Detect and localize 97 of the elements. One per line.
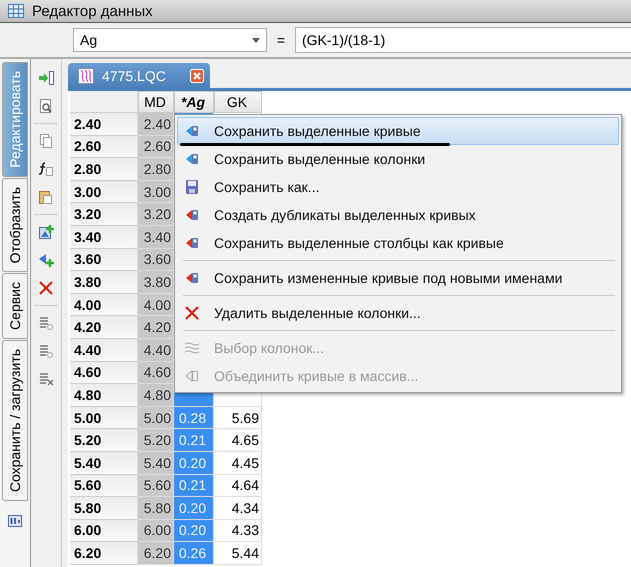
table-cell: 3.80 [138,271,174,294]
row-header: 6.00 [70,520,138,542]
row-header: 2.40 [70,113,138,136]
table-cell: 3.00 [138,180,174,204]
table-cell: 5.40 [138,452,174,474]
table-cell: 4.40 [138,338,174,362]
equals-sign: = [276,32,286,48]
table-cell: 2.80 [138,158,174,181]
row-header: 3.80 [70,271,138,294]
table-cell: 0.20 [174,520,214,542]
table-cell: 6.20 [138,542,174,565]
column-dropdown[interactable]: Ag [73,28,267,52]
window-title: Редактор данных [32,2,153,20]
table-cell: 5.00 [138,406,174,430]
table-cell: 5.60 [138,474,174,498]
document-search-icon[interactable] [38,98,54,114]
delete-icon[interactable] [38,280,54,296]
table-cell: 4.64 [214,474,262,498]
row-header: 2.80 [70,158,138,181]
menu-item[interactable]: Сохранить выделенные колонки [177,145,619,173]
function-icon[interactable] [38,161,54,177]
row-header: 4.00 [70,294,138,316]
row-header: 5.60 [70,474,138,498]
formula-field[interactable]: (GK-1)/(18-1) [295,27,631,53]
list-icon[interactable] [38,343,54,359]
add-curve-icon[interactable] [38,252,54,268]
menu-item[interactable]: Создать дубликаты выделенных кривых [177,201,619,229]
column-header[interactable]: GK [214,91,262,113]
table-cell: 4.65 [214,429,262,452]
table-cell: 2.60 [138,136,174,158]
column-header[interactable]: MD [138,91,174,113]
menu-item[interactable]: Сохранить выделенные кривые [177,117,619,145]
list-delete-icon[interactable] [38,371,54,387]
row-header: 5.40 [70,452,138,474]
row-header: 6.20 [70,542,138,565]
table-cell: 5.44 [214,542,262,565]
table-cell: 5.80 [138,497,174,520]
table-cell: 0.21 [174,429,214,452]
menu-item[interactable]: Сохранить как... [177,173,619,201]
delete-icon [184,305,200,321]
row-header: 5.80 [70,497,138,520]
table-cell: 4.45 [214,452,262,474]
paste-icon[interactable] [38,189,54,205]
row-header: 3.20 [70,203,138,226]
curve-icon [184,151,200,167]
table-cell: 0.28 [174,406,214,430]
table-cell: 4.20 [138,316,174,339]
row-header: 4.80 [70,384,138,407]
row-header: 5.00 [70,406,138,430]
row-header: 4.40 [70,338,138,362]
panel-icon[interactable] [8,514,22,528]
arrow-icon[interactable] [38,70,54,86]
row-header: 2.60 [70,136,138,158]
curve-icon [184,207,200,223]
close-icon[interactable] [190,68,204,82]
curve-icon [184,368,200,384]
side-tab[interactable]: Отобразить [2,178,28,272]
row-header: 4.60 [70,362,138,384]
curves-icon [78,68,94,84]
table-cell: 0.26 [174,542,214,565]
table-cell: 5.69 [214,406,262,430]
row-header: 4.20 [70,316,138,339]
table-cell: 4.80 [138,384,174,407]
table-cell: 3.40 [138,226,174,249]
side-tab[interactable]: Сохранить / загрузить [2,340,28,502]
table-cell: 4.33 [214,520,262,542]
table-cell: 2.40 [138,113,174,136]
grid-icon [8,4,24,18]
row-header: 3.00 [70,180,138,204]
waves-icon [184,340,200,356]
menu-item[interactable]: Сохранить выделенные столбцы как кривые [177,229,619,257]
table-cell: 5.20 [138,429,174,452]
table-cell: 4.60 [138,362,174,384]
list-icon[interactable] [38,315,54,331]
table-cell: 0.21 [174,474,214,498]
caret-icon [252,38,260,42]
header-cell [70,91,138,113]
menu-item[interactable]: Удалить выделенные колонки... [177,299,619,327]
table-cell: 3.60 [138,248,174,272]
document-tab[interactable]: 4775.LQC [68,63,210,88]
table-cell: 4.00 [138,294,174,316]
table-cell: 3.20 [138,203,174,226]
table-cell: 6.00 [138,520,174,542]
add-image-icon[interactable] [38,224,54,240]
column-header[interactable]: *Ag [174,91,214,113]
table-cell: 0.20 [174,497,214,520]
side-tab[interactable]: Сервис [2,273,28,339]
menu-item[interactable]: Сохранить измененные кривые под новыми именами [177,264,619,292]
row-header: 5.20 [70,429,138,452]
table-cell: 0.20 [174,452,214,474]
table-cell: 4.34 [214,497,262,520]
curve-icon [184,123,200,139]
row-header: 3.40 [70,226,138,249]
copy-icon[interactable] [38,133,54,149]
curve-icon [184,235,200,251]
row-header: 3.60 [70,248,138,272]
curve-icon [184,270,200,286]
